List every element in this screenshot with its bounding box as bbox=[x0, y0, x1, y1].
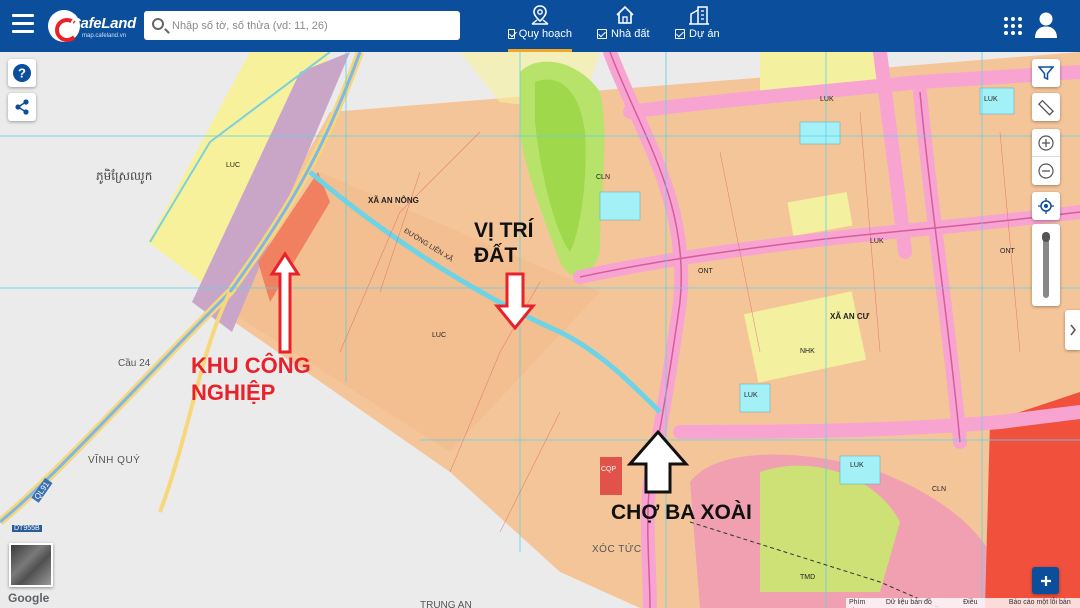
annotation-line: KHU CÔNG bbox=[191, 353, 311, 378]
zoom-in-button[interactable] bbox=[1032, 129, 1060, 157]
help-button[interactable]: ? bbox=[8, 59, 36, 87]
zone-code: LUK bbox=[870, 238, 884, 245]
xoc-tuc-label: XÓC TỨC bbox=[592, 544, 642, 555]
zone-code: LUK bbox=[820, 96, 834, 103]
layer-label: Dự án bbox=[689, 28, 720, 40]
annotation-line: NGHIỆP bbox=[191, 380, 276, 405]
house-icon bbox=[616, 5, 634, 24]
user-account-button[interactable] bbox=[1034, 11, 1058, 39]
zone-code: CLN bbox=[932, 486, 947, 493]
svg-text:?: ? bbox=[18, 66, 26, 81]
top-navbar: CafeLand map.cafeland.vn Quy hoạch Nhà đ… bbox=[0, 0, 1080, 52]
map-attribution: Phím tắt Dữ liệu bản đồ ©2024 Điều khoản… bbox=[846, 598, 1080, 608]
chevron-right-icon bbox=[1069, 324, 1076, 336]
xa-an-nong-label: XÃ AN NÔNG bbox=[368, 196, 419, 205]
search-box bbox=[144, 11, 460, 40]
industrial-zone-annotation: KHU CÔNG NGHIỆP bbox=[191, 352, 311, 406]
zone-code: LUK bbox=[850, 462, 864, 469]
map-pin-icon bbox=[531, 5, 549, 25]
layer-label: Nhà đất bbox=[611, 28, 650, 40]
share-button[interactable] bbox=[8, 93, 36, 121]
share-icon bbox=[15, 99, 29, 115]
terms-link[interactable]: Điều khoản bbox=[963, 598, 997, 608]
opacity-slider[interactable] bbox=[1032, 224, 1060, 306]
slider-thumb[interactable] bbox=[1042, 232, 1050, 242]
zone-code: NHK bbox=[800, 348, 815, 355]
cafeland-logo[interactable]: CafeLand map.cafeland.vn bbox=[48, 9, 136, 43]
filter-icon bbox=[1038, 66, 1054, 81]
hamburger-menu-button[interactable] bbox=[12, 14, 34, 34]
slider-track bbox=[1042, 232, 1050, 298]
report-error-link[interactable]: Báo cáo một lỗi bản đồ bbox=[1009, 598, 1077, 608]
user-icon bbox=[1035, 12, 1057, 38]
vinh-quy-label: VĨNH QUÝ bbox=[88, 455, 141, 466]
layer-toggle-quy-hoach[interactable]: Quy hoạch bbox=[508, 4, 572, 52]
logo-text: CafeLand bbox=[70, 15, 136, 32]
zone-code: ONT bbox=[698, 268, 713, 275]
my-location-button[interactable] bbox=[1032, 192, 1060, 220]
annotation-line: ĐẤT bbox=[474, 244, 518, 267]
layer-toggle-du-an[interactable]: Dự án bbox=[675, 4, 723, 48]
zone-code: TMD bbox=[800, 574, 816, 581]
map-data-text: Dữ liệu bản đồ ©2024 bbox=[885, 599, 932, 606]
measure-button[interactable] bbox=[1032, 93, 1060, 121]
zoom-out-button[interactable] bbox=[1032, 157, 1060, 185]
dt955b-shield: DT955B bbox=[12, 525, 42, 532]
logo-subtext: map.cafeland.vn bbox=[82, 33, 127, 39]
annotation-line: VỊ TRÍ bbox=[474, 219, 534, 242]
zone-code: LUK bbox=[744, 392, 758, 399]
map-canvas[interactable] bbox=[0, 52, 1080, 608]
du-an-checkbox[interactable] bbox=[675, 29, 685, 39]
plus-icon bbox=[1038, 134, 1054, 151]
building-icon bbox=[689, 6, 709, 25]
help-icon: ? bbox=[13, 64, 31, 82]
filter-button[interactable] bbox=[1032, 59, 1060, 87]
crosshair-icon bbox=[1038, 198, 1054, 214]
xa-an-cu-label: XÃ AN CƯ bbox=[830, 312, 870, 321]
plus-icon bbox=[1040, 575, 1051, 586]
apps-grid-button[interactable] bbox=[1004, 17, 1022, 35]
add-button[interactable] bbox=[1032, 567, 1059, 594]
minus-icon bbox=[1038, 163, 1054, 179]
shortcuts-link[interactable]: Phím tắt bbox=[849, 598, 874, 608]
zone-code: LUC bbox=[226, 162, 241, 169]
search-input[interactable] bbox=[172, 17, 452, 34]
market-annotation: CHỢ BA XOÀI bbox=[611, 501, 752, 524]
cau24-label: Cầu 24 bbox=[118, 358, 151, 369]
satellite-toggle[interactable] bbox=[9, 543, 53, 587]
ruler-icon bbox=[1038, 99, 1054, 116]
zone-code: LUC bbox=[432, 332, 447, 339]
quy-hoach-checkbox[interactable] bbox=[508, 29, 515, 39]
zone-code: CQP bbox=[601, 466, 617, 473]
google-logo: Google bbox=[8, 591, 50, 605]
zoom-controls bbox=[1032, 129, 1060, 185]
layer-label: Quy hoạch bbox=[518, 28, 572, 40]
search-icon bbox=[152, 18, 164, 30]
zone-code: ONT bbox=[1000, 248, 1015, 255]
planning-map[interactable]: ភូមិស្រែឈូក Cầu 24 VĨNH QUÝ XÃ AN NÔNG X… bbox=[0, 52, 1080, 608]
zone-code: LUK bbox=[984, 96, 998, 103]
panel-toggle-button[interactable] bbox=[1065, 310, 1080, 350]
zone-code: CLN bbox=[596, 174, 611, 181]
trung-an-label: TRUNG AN bbox=[420, 600, 472, 608]
land-location-annotation: VỊ TRÍ ĐẤT bbox=[474, 218, 534, 268]
khmer-village-label: ភូមិស្រែឈូក bbox=[96, 169, 153, 183]
layer-toggle-nha-dat[interactable]: Nhà đất bbox=[597, 4, 653, 48]
nha-dat-checkbox[interactable] bbox=[597, 29, 607, 39]
